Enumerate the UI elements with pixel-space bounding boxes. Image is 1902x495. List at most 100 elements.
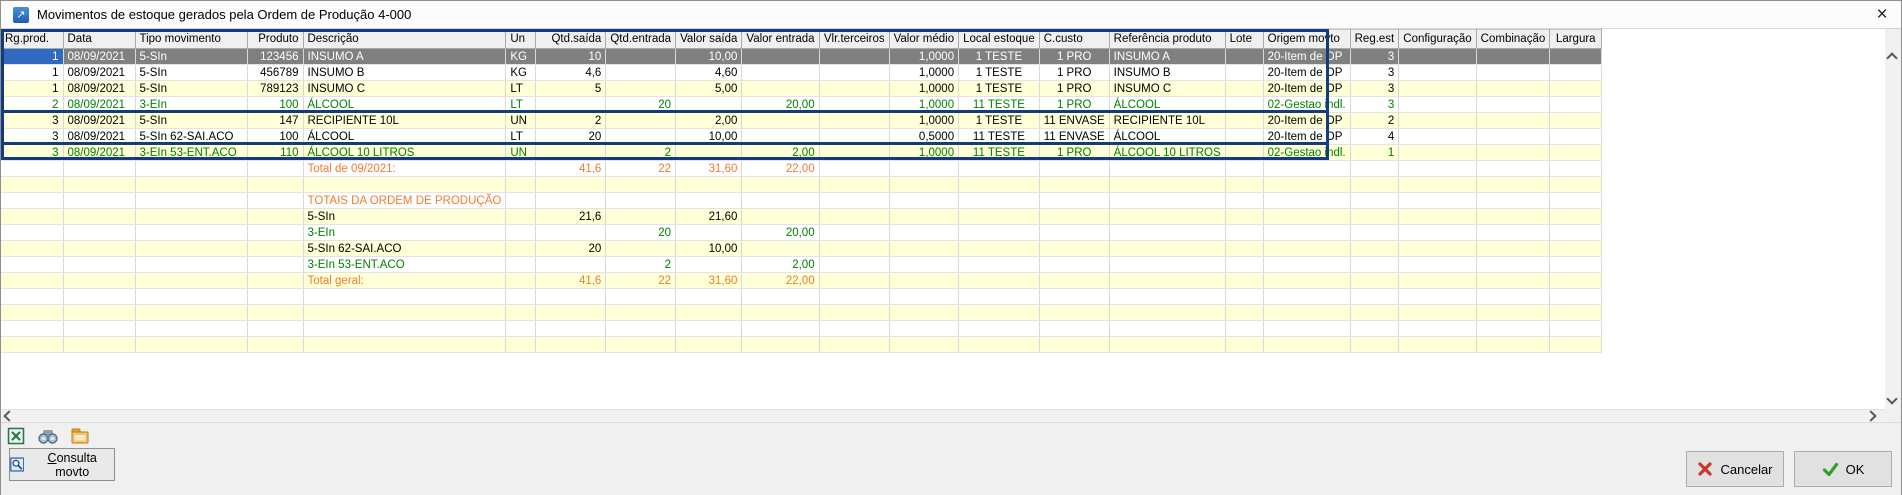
cell[interactable] (742, 241, 819, 257)
cell[interactable]: 08/09/2021 (63, 65, 135, 81)
cancel-button[interactable]: Cancelar (1686, 451, 1784, 487)
cell[interactable]: 02-Gestao indl. (1263, 97, 1350, 113)
cell[interactable] (1225, 161, 1263, 177)
cell[interactable]: 3-EIn 53-ENT.ACO (135, 145, 247, 161)
cell[interactable]: KG (506, 49, 536, 65)
cell[interactable] (536, 337, 606, 353)
cell[interactable] (1399, 113, 1476, 129)
cell[interactable] (247, 273, 303, 289)
cell[interactable]: 123456 (247, 49, 303, 65)
cell[interactable] (1399, 225, 1476, 241)
cell[interactable] (889, 177, 959, 193)
cell[interactable] (606, 113, 676, 129)
cell[interactable]: 20,00 (742, 225, 819, 241)
scroll-down-icon[interactable] (1886, 393, 1897, 404)
cell[interactable] (1263, 241, 1350, 257)
cell[interactable]: 5-SIn (303, 209, 506, 225)
cell[interactable]: 31,60 (676, 273, 742, 289)
table-row[interactable]: 308/09/20215-SIn 62-SAI.ACO100ÁLCOOLLT20… (1, 129, 1602, 145)
column-header[interactable]: Valor saída (676, 30, 742, 49)
cell[interactable] (1, 321, 63, 337)
cell[interactable]: 1 TESTE (959, 113, 1040, 129)
cell[interactable]: 22 (606, 273, 676, 289)
vertical-scrollbar[interactable] (1885, 48, 1901, 409)
cell[interactable] (959, 225, 1040, 241)
cell[interactable]: 4,6 (536, 65, 606, 81)
cell[interactable] (1476, 193, 1550, 209)
cell[interactable] (247, 321, 303, 337)
column-header[interactable]: Local estoque (959, 30, 1040, 49)
cell[interactable] (959, 305, 1040, 321)
cell[interactable] (1109, 289, 1225, 305)
cell[interactable] (1399, 241, 1476, 257)
cell[interactable]: 5-SIn 62-SAI.ACO (135, 129, 247, 145)
cell[interactable]: 4,60 (676, 65, 742, 81)
cell[interactable] (1550, 225, 1602, 241)
cell[interactable]: ÁLCOOL (303, 97, 506, 113)
cell[interactable] (1399, 81, 1476, 97)
cell[interactable] (1399, 209, 1476, 225)
cell[interactable]: ÁLCOOL 10 LITROS (1109, 145, 1225, 161)
cell[interactable] (742, 113, 819, 129)
cell[interactable] (506, 225, 536, 241)
cell[interactable] (303, 321, 506, 337)
cell[interactable]: 1,0000 (889, 113, 959, 129)
cell[interactable] (819, 257, 889, 273)
cell[interactable] (1109, 161, 1225, 177)
cell[interactable] (1039, 225, 1109, 241)
table-row[interactable]: TOTAIS DA ORDEM DE PRODUÇÃO (1, 193, 1602, 209)
cell[interactable] (676, 145, 742, 161)
cell[interactable]: 100 (247, 97, 303, 113)
cell[interactable]: ÁLCOOL (1109, 97, 1225, 113)
cell[interactable] (303, 177, 506, 193)
cell[interactable] (1263, 273, 1350, 289)
cell[interactable] (1263, 337, 1350, 353)
column-header[interactable]: Qtd.saída (536, 30, 606, 49)
cell[interactable]: 3 (1350, 49, 1399, 65)
cell[interactable] (819, 129, 889, 145)
table-row[interactable]: 108/09/20215-SIn456789INSUMO BKG4,64,601… (1, 65, 1602, 81)
cell[interactable] (63, 241, 135, 257)
cell[interactable] (536, 145, 606, 161)
cell[interactable] (506, 177, 536, 193)
cell[interactable]: INSUMO B (1109, 65, 1225, 81)
cell[interactable] (1225, 289, 1263, 305)
cell[interactable] (1039, 305, 1109, 321)
table-row[interactable] (1, 321, 1602, 337)
cell[interactable] (1109, 273, 1225, 289)
cell[interactable]: 20-Item de OP (1263, 49, 1350, 65)
cell[interactable] (1350, 225, 1399, 241)
cell[interactable] (135, 257, 247, 273)
cell[interactable] (1350, 209, 1399, 225)
cell[interactable] (506, 305, 536, 321)
column-header[interactable]: Qtd.entrada (606, 30, 676, 49)
cell[interactable] (1225, 321, 1263, 337)
cell[interactable] (1039, 321, 1109, 337)
cell[interactable] (1476, 113, 1550, 129)
cell[interactable] (1550, 145, 1602, 161)
cell[interactable] (1350, 305, 1399, 321)
cell[interactable] (606, 321, 676, 337)
cell[interactable]: 11 TESTE (959, 97, 1040, 113)
cell[interactable] (959, 241, 1040, 257)
cell[interactable] (1350, 241, 1399, 257)
cell[interactable] (1350, 273, 1399, 289)
binoculars-icon[interactable] (38, 429, 58, 444)
cell[interactable]: INSUMO A (1109, 49, 1225, 65)
cell[interactable]: 10,00 (676, 241, 742, 257)
cell[interactable]: LT (506, 81, 536, 97)
cell[interactable]: 5-SIn 62-SAI.ACO (303, 241, 506, 257)
cell[interactable] (889, 225, 959, 241)
cell[interactable] (742, 289, 819, 305)
cell[interactable] (1399, 129, 1476, 145)
cell[interactable] (1, 289, 63, 305)
cell[interactable] (247, 305, 303, 321)
cell[interactable] (742, 81, 819, 97)
cell[interactable] (63, 177, 135, 193)
column-header[interactable]: Largura (1550, 30, 1602, 49)
cell[interactable] (819, 161, 889, 177)
export-icon[interactable] (71, 428, 89, 444)
cell[interactable] (536, 193, 606, 209)
cell[interactable] (247, 177, 303, 193)
cell[interactable]: 5,00 (676, 81, 742, 97)
